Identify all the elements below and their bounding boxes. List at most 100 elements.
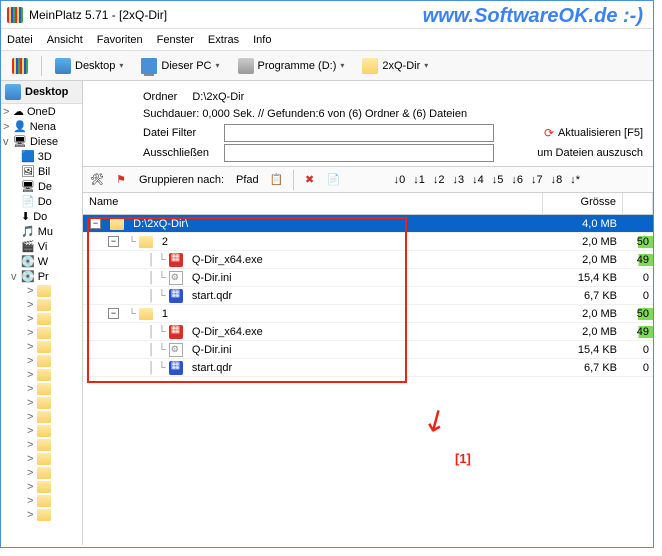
tree-toggle-icon[interactable]: > xyxy=(27,481,37,493)
tree-item[interactable]: 🎬Vi xyxy=(1,239,82,254)
menu-favoriten[interactable]: Favoriten xyxy=(97,34,143,46)
tree-toggle-icon[interactable]: > xyxy=(27,299,37,311)
tool-btn-1[interactable]: 🛠 xyxy=(87,170,107,190)
file-row[interactable]: │ └ Q-Dir.ini15,4 KB0 xyxy=(83,341,653,359)
tree-toggle-icon[interactable]: > xyxy=(27,453,37,465)
tree-item-folder[interactable]: > xyxy=(1,424,82,438)
breadcrumb-pc[interactable]: Dieser PC ▾ xyxy=(134,54,226,78)
file-row[interactable]: │ └ start.qdr6,7 KB0 xyxy=(83,359,653,377)
file-row[interactable]: │ └ start.qdr6,7 KB0 xyxy=(83,287,653,305)
refresh-label[interactable]: Aktualisieren [F5] xyxy=(558,125,643,142)
tree-toggle-icon[interactable]: > xyxy=(27,383,37,395)
tree-toggle-icon[interactable]: > xyxy=(27,495,37,507)
breadcrumb-drive[interactable]: Programme (D:) ▾ xyxy=(231,54,352,78)
filter-input[interactable] xyxy=(224,124,494,142)
tree-toggle-icon[interactable]: > xyxy=(27,285,37,297)
tree-item[interactable]: v🖥Diese xyxy=(1,134,82,149)
file-row[interactable]: │ └ Q-Dir.ini15,4 KB0 xyxy=(83,269,653,287)
breadcrumb-desktop[interactable]: Desktop ▾ xyxy=(48,54,130,78)
tree-item[interactable]: v💽Pr xyxy=(1,269,82,284)
tree-item-folder[interactable]: > xyxy=(1,284,82,298)
tree-toggle-icon[interactable]: > xyxy=(27,439,37,451)
depth-button[interactable]: ↓2 xyxy=(431,174,447,186)
file-row[interactable]: │ └ Q-Dir_x64.exe2,0 MB49 xyxy=(83,323,653,341)
tree-toggle-icon[interactable]: > xyxy=(27,509,37,521)
tree-toggle-icon[interactable]: > xyxy=(27,397,37,409)
depth-button[interactable]: ↓6 xyxy=(509,174,525,186)
toolbar-nav-btn[interactable] xyxy=(5,54,35,78)
column-pct[interactable] xyxy=(623,193,653,214)
tree-item[interactable]: 🖼Bil xyxy=(1,164,82,179)
breadcrumb-folder[interactable]: 2xQ-Dir ▾ xyxy=(355,54,435,78)
file-row[interactable]: − └ 22,0 MB50 xyxy=(83,233,653,251)
tree-toggle-icon[interactable]: v xyxy=(3,136,13,148)
depth-button[interactable]: ↓1 xyxy=(411,174,427,186)
tree-toggle-icon[interactable]: > xyxy=(27,369,37,381)
column-name[interactable]: Name xyxy=(83,193,543,214)
tree-line: │ └ xyxy=(148,290,166,302)
menu-info[interactable]: Info xyxy=(253,34,271,46)
depth-button[interactable]: ↓5 xyxy=(490,174,506,186)
expander-icon[interactable]: − xyxy=(108,236,119,247)
tree-item-folder[interactable]: > xyxy=(1,312,82,326)
tree-item[interactable]: ⬇Do xyxy=(1,209,82,224)
tree-item-folder[interactable]: > xyxy=(1,452,82,466)
sidebar-header[interactable]: Desktop xyxy=(1,81,82,104)
tree-toggle-icon[interactable]: > xyxy=(3,121,13,133)
menu-extras[interactable]: Extras xyxy=(208,34,239,46)
tool-btn-4[interactable]: 📄 xyxy=(324,170,344,190)
tree-item-folder[interactable]: > xyxy=(1,480,82,494)
tree-toggle-icon[interactable]: > xyxy=(27,411,37,423)
depth-button[interactable]: ↓0 xyxy=(392,174,408,186)
tree-item-folder[interactable]: > xyxy=(1,508,82,522)
tree-item-folder[interactable]: > xyxy=(1,396,82,410)
file-row[interactable]: − D:\2xQ-Dir\4,0 MB xyxy=(83,215,653,233)
tree-item[interactable]: >👤Nena xyxy=(1,119,82,134)
tree-item-folder[interactable]: > xyxy=(1,340,82,354)
tree-item-folder[interactable]: > xyxy=(1,382,82,396)
tree-toggle-icon[interactable]: > xyxy=(27,341,37,353)
tree-toggle-icon[interactable]: > xyxy=(27,467,37,479)
file-row[interactable]: │ └ Q-Dir_x64.exe2,0 MB49 xyxy=(83,251,653,269)
tool-btn-3[interactable]: 📋 xyxy=(267,170,287,190)
tree-toggle-icon[interactable]: > xyxy=(27,327,37,339)
menu-datei[interactable]: Datei xyxy=(7,34,33,46)
tree-item-folder[interactable]: > xyxy=(1,298,82,312)
file-row[interactable]: − └ 12,0 MB50 xyxy=(83,305,653,323)
column-size[interactable]: Grösse xyxy=(543,193,623,214)
depth-button[interactable]: ↓4 xyxy=(470,174,486,186)
tree-item[interactable]: >☁OneD xyxy=(1,104,82,119)
depth-buttons: ↓0↓1 ↓2 ↓3↓4 ↓5↓6 ↓7 ↓8↓* xyxy=(392,174,582,186)
tree-item-folder[interactable]: > xyxy=(1,326,82,340)
tree-toggle-icon[interactable]: > xyxy=(27,425,37,437)
group-value[interactable]: Pfad xyxy=(232,174,263,186)
menu-ansicht[interactable]: Ansicht xyxy=(47,34,83,46)
depth-button[interactable]: ↓7 xyxy=(529,174,545,186)
depth-button[interactable]: ↓3 xyxy=(451,174,467,186)
depth-button[interactable]: ↓* xyxy=(568,174,582,186)
tree-item[interactable]: 🎵Mu xyxy=(1,224,82,239)
exclude-input[interactable] xyxy=(224,144,494,162)
tree-item-folder[interactable]: > xyxy=(1,354,82,368)
expander-icon[interactable]: − xyxy=(90,218,101,229)
tree-toggle-icon[interactable]: > xyxy=(27,355,37,367)
tree-item[interactable]: 📄Do xyxy=(1,194,82,209)
tree-item-folder[interactable]: > xyxy=(1,368,82,382)
menu-fenster[interactable]: Fenster xyxy=(157,34,194,46)
tree-item[interactable]: 🖥De xyxy=(1,179,82,194)
tree-item-folder[interactable]: > xyxy=(1,494,82,508)
tree-toggle-icon[interactable]: > xyxy=(3,106,13,118)
tree-item[interactable]: 🟦3D xyxy=(1,149,82,164)
tree-item[interactable]: 💽W xyxy=(1,254,82,269)
tree-toggle-icon[interactable]: v xyxy=(11,271,21,283)
expander-icon[interactable]: − xyxy=(108,308,119,319)
delete-btn[interactable]: ✖ xyxy=(300,170,320,190)
tool-btn-2[interactable]: ⚑ xyxy=(111,170,131,190)
tree-item-folder[interactable]: > xyxy=(1,466,82,480)
tree-item-folder[interactable]: > xyxy=(1,438,82,452)
depth-button[interactable]: ↓8 xyxy=(549,174,565,186)
refresh-icon[interactable]: ⟳ xyxy=(544,124,554,142)
tree-label: Do xyxy=(33,211,47,223)
tree-toggle-icon[interactable]: > xyxy=(27,313,37,325)
tree-item-folder[interactable]: > xyxy=(1,410,82,424)
